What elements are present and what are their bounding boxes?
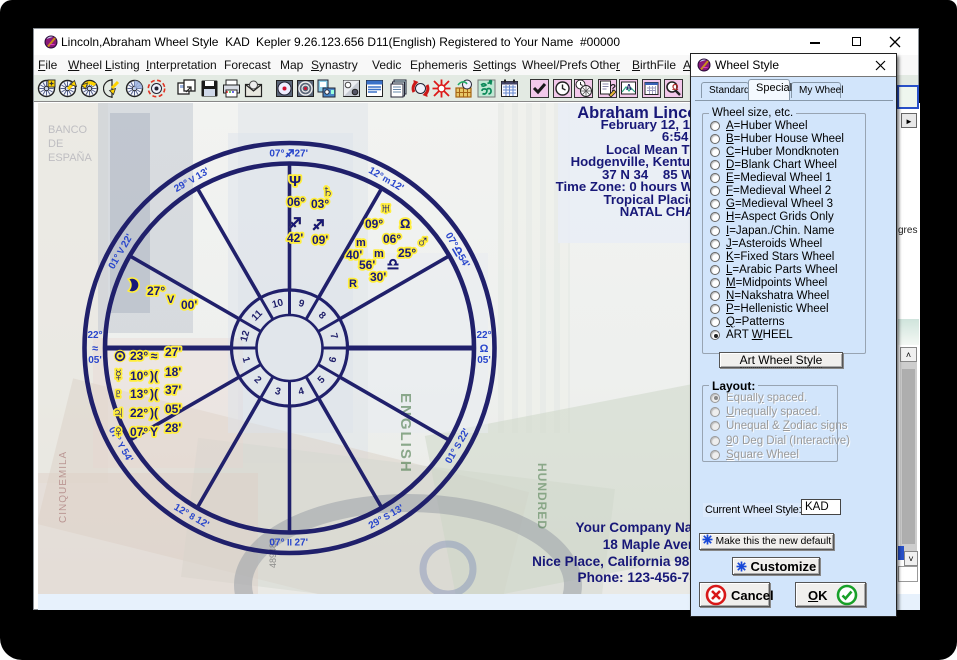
svg-text:27': 27'	[295, 538, 309, 549]
svg-text:25°: 25°	[398, 246, 416, 260]
svg-text:28': 28'	[165, 421, 181, 435]
svg-text:♀: ♀	[112, 422, 125, 441]
svg-text:30': 30'	[370, 270, 386, 284]
svg-text:≈: ≈	[92, 343, 98, 355]
svg-text:♂: ♂	[416, 231, 430, 251]
svg-text:00': 00'	[181, 298, 197, 312]
svg-text:05': 05'	[477, 355, 491, 366]
svg-text:♃: ♃	[112, 403, 125, 422]
svg-text:10°: 10°	[130, 369, 148, 383]
svg-text:Y: Y	[150, 425, 158, 439]
svg-text:23°: 23°	[130, 349, 148, 363]
svg-text:)(: )(	[150, 369, 158, 383]
svg-text:)(: )(	[150, 406, 158, 420]
svg-text:V: V	[167, 294, 175, 306]
svg-text:09°: 09°	[365, 217, 383, 231]
svg-text:Ψ: Ψ	[289, 173, 301, 190]
svg-text:42': 42'	[287, 231, 303, 245]
svg-text:05': 05'	[165, 402, 181, 416]
svg-text:13°: 13°	[130, 387, 148, 401]
svg-text:10: 10	[271, 297, 285, 311]
svg-text:11: 11	[250, 308, 266, 324]
svg-text:07°: 07°	[269, 149, 284, 160]
svg-text:27°: 27°	[147, 284, 165, 298]
svg-text:27': 27'	[165, 345, 181, 359]
svg-text:4: 4	[297, 386, 306, 398]
svg-text:18': 18'	[165, 365, 181, 379]
svg-text:22°: 22°	[476, 330, 491, 341]
svg-text:Ω: Ω	[672, 83, 679, 92]
svg-text:♇: ♇	[112, 384, 125, 403]
svg-text:)(: )(	[150, 387, 158, 401]
svg-text:Ω: Ω	[480, 343, 489, 355]
svg-text:II: II	[287, 538, 292, 548]
svg-text:A: A	[626, 83, 632, 92]
svg-text:3: 3	[274, 386, 283, 398]
svg-text:≈: ≈	[151, 349, 158, 363]
svg-text:1: 1	[240, 356, 252, 365]
svg-text:07°: 07°	[130, 425, 148, 439]
svg-text:7: 7	[327, 332, 339, 341]
svg-text:07°: 07°	[269, 538, 284, 549]
svg-text:22°: 22°	[87, 330, 102, 341]
svg-text:☿: ☿	[112, 366, 125, 385]
svg-text:05': 05'	[88, 355, 102, 366]
svg-text:5: 5	[316, 374, 328, 386]
svg-text:12: 12	[239, 329, 253, 343]
svg-text:R: R	[349, 278, 357, 290]
svg-text:27': 27'	[295, 149, 309, 160]
svg-text:06°: 06°	[383, 232, 401, 246]
svg-text:22°: 22°	[130, 406, 148, 420]
svg-text:09': 09'	[312, 233, 328, 247]
svg-text:8: 8	[316, 310, 328, 322]
svg-text:9: 9	[297, 298, 306, 310]
svg-text:6: 6	[327, 355, 339, 364]
svg-text:2: 2	[251, 374, 263, 386]
svg-text:06°: 06°	[287, 195, 305, 209]
svg-text:m: m	[374, 248, 384, 260]
svg-text:37': 37'	[165, 383, 181, 397]
